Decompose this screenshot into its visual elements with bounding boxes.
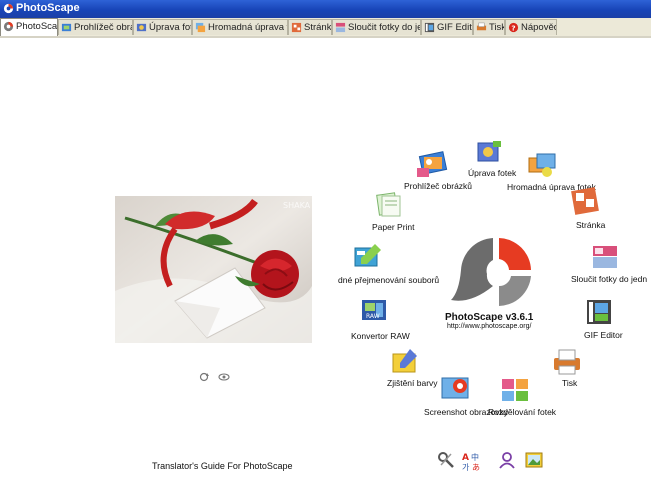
tab-page[interactable]: Stránka	[288, 19, 332, 35]
language-icon[interactable]: A 中가 あ	[462, 451, 482, 471]
tab-photoscape[interactable]: PhotoScape	[0, 18, 58, 36]
app-version: PhotoScape v3.6.1	[445, 312, 534, 323]
viewer-icon	[417, 151, 448, 177]
menu-rename[interactable]: dné přejmenování souborů	[337, 242, 439, 286]
tab-bar: PhotoScape Prohlížeč obrázků Úprava fote…	[0, 18, 651, 37]
gif-editor-icon	[587, 300, 611, 324]
separator	[0, 36, 651, 38]
batch-editor-icon	[528, 153, 556, 177]
menu-gif-editor[interactable]: GIF Editor	[584, 298, 634, 340]
photoscape-logo	[451, 238, 531, 306]
photo-watermark: SHAKA	[283, 201, 311, 210]
tab-batch-editor[interactable]: Hromadná úprava fotek	[192, 19, 288, 35]
tab-label: Úprava fotek	[149, 22, 191, 33]
svg-text:RAW: RAW	[366, 313, 380, 320]
menu-label: dné přejmenování souborů	[338, 275, 440, 285]
svg-text:가: 가	[462, 463, 470, 471]
menu-page[interactable]: Stránka	[570, 186, 620, 231]
tab-label: Hromadná úprava fotek	[208, 22, 287, 33]
color-picker-icon	[392, 349, 417, 373]
svg-text:?: ?	[511, 23, 515, 32]
title-bar: PhotoScape	[0, 0, 651, 18]
menu-label: Paper Print	[372, 222, 415, 232]
svg-text:あ: あ	[472, 463, 480, 471]
gif-icon	[424, 22, 435, 33]
splitter-icon	[502, 379, 528, 401]
tab-print[interactable]: Tisk	[473, 19, 505, 35]
picture-frame-icon[interactable]	[525, 451, 543, 469]
tab-label: Stránka	[304, 22, 332, 33]
tab-help[interactable]: ? Nápověda	[505, 19, 557, 35]
tab-viewer[interactable]: Prohlížeč obrázků	[58, 19, 133, 35]
tab-combine[interactable]: Sloučit fotky do jedné	[332, 19, 421, 35]
tab-label: Tisk	[489, 22, 505, 33]
menu-raw-converter[interactable]: RAW Konvertor RAW	[350, 296, 410, 341]
tab-gif-editor[interactable]: GIF Editor	[421, 19, 473, 35]
tab-label: Sloučit fotky do jedné	[348, 22, 420, 33]
menu-label: Stránka	[576, 220, 606, 230]
menu-label: Sloučit fotky do jedn	[571, 274, 648, 284]
tab-label: PhotoScape	[16, 21, 58, 32]
combine-icon	[593, 246, 617, 268]
page-icon	[571, 187, 599, 215]
menu-paper-print[interactable]: Paper Print	[370, 190, 420, 232]
print-icon	[554, 349, 580, 375]
menu-label: Konvertor RAW	[351, 331, 410, 341]
tab-label: Prohlížeč obrázků	[74, 22, 132, 33]
website-link[interactable]: http://www.photoscape.org/	[447, 323, 531, 330]
rose-photo: SHAKA	[115, 196, 312, 343]
tab-editor[interactable]: Úprava fotek	[133, 19, 192, 35]
rename-icon	[354, 244, 381, 267]
tab-label: Nápověda	[521, 22, 556, 33]
translators-guide-link[interactable]: Translator's Guide For PhotoScape	[152, 461, 292, 471]
menu-color-picker[interactable]: Zjištění barvy	[386, 346, 446, 390]
editor-icon	[136, 23, 147, 32]
raw-converter-icon: RAW	[362, 300, 386, 320]
tools-icon[interactable]	[437, 451, 455, 469]
menu-viewer[interactable]: Prohlížeč obrázků	[403, 150, 473, 192]
svg-text:A: A	[462, 453, 469, 463]
photoscape-icon	[3, 21, 14, 32]
menu-label: GIF Editor	[584, 330, 623, 340]
combine-icon	[335, 22, 346, 33]
tab-label: GIF Editor	[437, 22, 472, 33]
photo-editor-icon	[477, 141, 501, 162]
batch-editor-icon	[195, 22, 206, 33]
refresh-icon[interactable]	[198, 372, 210, 382]
paper-print-icon	[376, 192, 401, 217]
menu-combine[interactable]: Sloučit fotky do jedn	[571, 244, 649, 284]
window-title: PhotoScape	[16, 2, 80, 14]
view-icon[interactable]	[218, 372, 230, 382]
svg-text:中: 中	[471, 452, 479, 462]
menu-label: Zjištění barvy	[387, 378, 438, 388]
photoscape-app-icon	[3, 3, 14, 14]
viewer-icon	[61, 23, 72, 32]
page-icon	[291, 22, 302, 33]
menu-label: Screenshot obrazovky	[424, 407, 509, 417]
help-icon: ?	[508, 22, 519, 32]
user-icon[interactable]	[498, 451, 516, 469]
print-icon	[476, 22, 487, 31]
menu-label: Prohlížeč obrázků	[404, 181, 473, 191]
